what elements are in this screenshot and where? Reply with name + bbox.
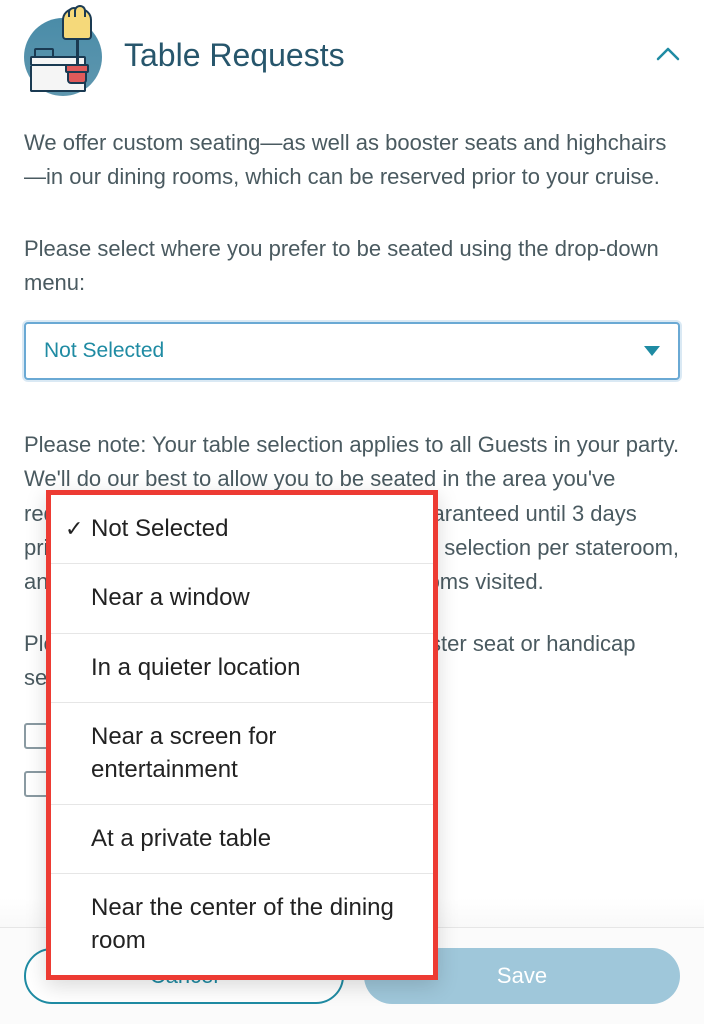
select-value: Not Selected (44, 339, 164, 363)
option-label: Near a window (91, 582, 419, 614)
panel-title: Table Requests (124, 37, 345, 74)
seating-dropdown-menu: ✓ Not Selected Near a window In a quiete… (46, 490, 438, 980)
seating-select[interactable]: Not Selected (24, 322, 680, 380)
intro-text: We offer custom seating—as well as boost… (24, 126, 680, 194)
seating-select-wrapper: Not Selected (24, 322, 680, 380)
dropdown-option-quieter[interactable]: In a quieter location (51, 634, 433, 703)
dropdown-option-screen[interactable]: Near a screen for entertainment (51, 703, 433, 805)
dropdown-option-not-selected[interactable]: ✓ Not Selected (51, 495, 433, 564)
option-label: At a private table (91, 823, 419, 855)
chevron-up-icon[interactable] (656, 44, 680, 67)
checkmark-icon: ✓ (65, 514, 91, 544)
option-label: Not Selected (91, 513, 419, 545)
seating-prompt: Please select where you prefer to be sea… (24, 232, 680, 300)
option-label: Near a screen for entertainment (91, 721, 419, 786)
dropdown-option-window[interactable]: Near a window (51, 564, 433, 633)
panel-header: Table Requests (24, 14, 680, 96)
chevron-down-icon (644, 343, 660, 359)
table-flower-icon (24, 14, 106, 96)
option-label: Near the center of the dining room (91, 892, 419, 957)
header-left: Table Requests (24, 14, 345, 96)
dropdown-option-private[interactable]: At a private table (51, 805, 433, 874)
dropdown-option-center[interactable]: Near the center of the dining room (51, 874, 433, 975)
option-label: In a quieter location (91, 652, 419, 684)
